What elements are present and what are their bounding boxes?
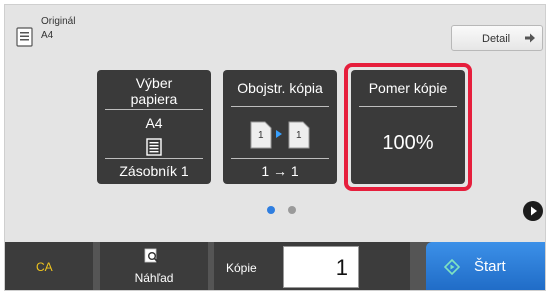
start-button[interactable]: Štart bbox=[426, 242, 545, 290]
copies-count-field[interactable]: 1 bbox=[283, 246, 359, 288]
divider bbox=[231, 106, 329, 107]
paper-select-title: Výber papiera bbox=[130, 75, 178, 107]
copy-ratio-value: 100% bbox=[382, 132, 434, 154]
detail-button[interactable]: Detail bbox=[451, 25, 543, 51]
svg-text:1: 1 bbox=[296, 130, 302, 141]
paper-tray-icon bbox=[146, 138, 162, 156]
divider bbox=[359, 106, 457, 107]
preview-label: Náhľad bbox=[134, 271, 174, 285]
copies-area: Kópie 1 bbox=[214, 242, 410, 290]
copy-ratio-tile[interactable]: Pomer kópie 100% bbox=[351, 70, 465, 184]
original-label: Originál bbox=[41, 16, 76, 27]
paper-tray-value: Zásobník 1 bbox=[119, 163, 189, 179]
paper-size-value: A4 bbox=[145, 115, 163, 131]
arrow-right-icon bbox=[525, 33, 535, 43]
original-document-icon[interactable] bbox=[15, 27, 35, 47]
play-icon bbox=[531, 206, 537, 216]
divider bbox=[231, 158, 329, 159]
next-page-button[interactable] bbox=[523, 201, 543, 221]
original-size-value: A4 bbox=[41, 30, 54, 41]
duplex-copy-icon: 1 1 bbox=[250, 121, 310, 149]
preview-button[interactable]: Náhľad bbox=[100, 242, 208, 290]
clear-all-label: CA bbox=[36, 260, 53, 274]
duplex-mode-value: 1 → 1 bbox=[261, 163, 299, 179]
duplex-copy-title: Obojstr. kópia bbox=[237, 80, 323, 96]
preview-magnifier-icon bbox=[144, 248, 159, 263]
page-indicator-active[interactable] bbox=[267, 206, 275, 214]
copy-ratio-title: Pomer kópie bbox=[368, 80, 448, 96]
start-diamond-icon bbox=[444, 259, 460, 275]
duplex-copy-tile[interactable]: Obojstr. kópia 1 1 1 → 1 bbox=[223, 70, 337, 184]
copy-screen: Originál A4 Detail Výber papiera A4 Zásob… bbox=[4, 4, 546, 291]
start-label: Štart bbox=[474, 258, 506, 275]
clear-all-button[interactable]: CA bbox=[5, 242, 93, 290]
paper-select-tile[interactable]: Výber papiera A4 Zásobník 1 bbox=[97, 70, 211, 184]
divider bbox=[105, 158, 203, 159]
copies-label: Kópie bbox=[226, 261, 257, 275]
divider bbox=[105, 109, 203, 110]
detail-button-label: Detail bbox=[482, 33, 511, 45]
bottom-bar: CA Náhľad Kópie 1 Štart bbox=[5, 242, 545, 290]
page-indicator-inactive[interactable] bbox=[288, 206, 296, 214]
svg-text:1: 1 bbox=[258, 130, 264, 141]
copies-count-value: 1 bbox=[335, 255, 348, 280]
